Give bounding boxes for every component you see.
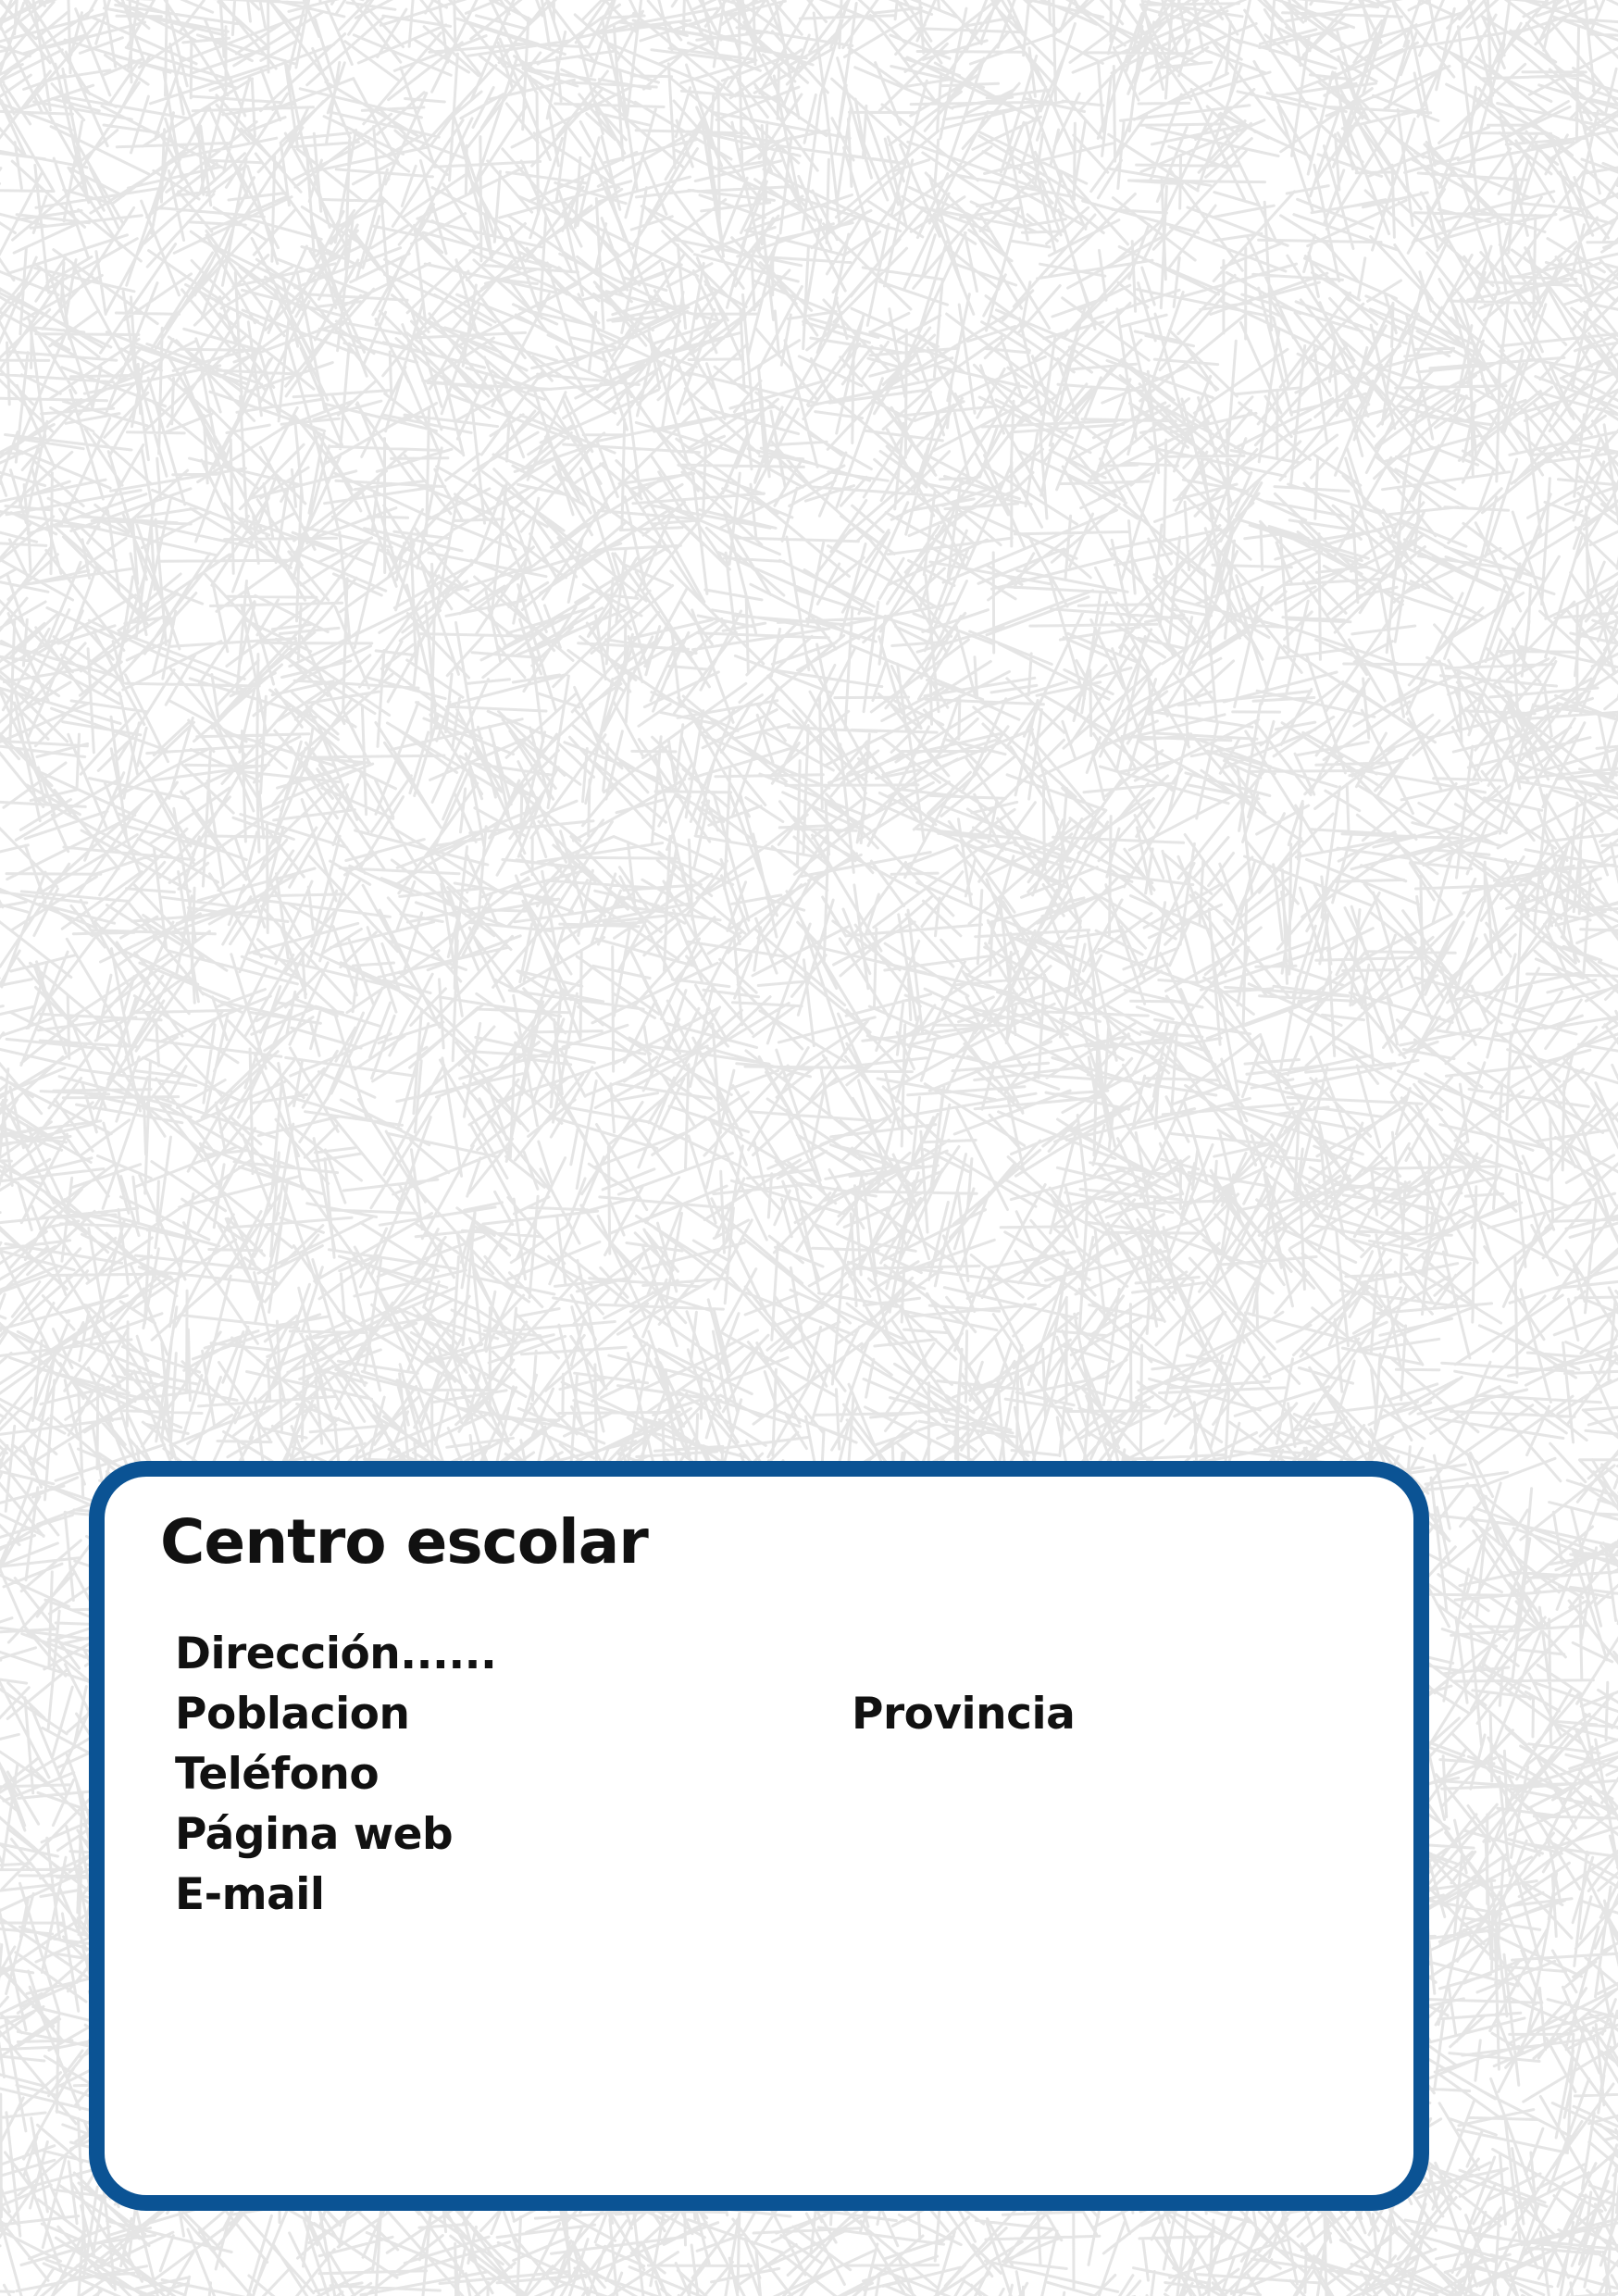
town-label: Poblacion: [175, 1689, 410, 1740]
province-label: Provincia: [852, 1689, 1076, 1740]
address-label: Dirección......: [175, 1628, 497, 1679]
phone-label: Teléfono: [175, 1749, 380, 1800]
website-label: Página web: [175, 1809, 454, 1860]
card-title: Centro escolar: [160, 1506, 649, 1578]
email-label: E-mail: [175, 1869, 325, 1920]
